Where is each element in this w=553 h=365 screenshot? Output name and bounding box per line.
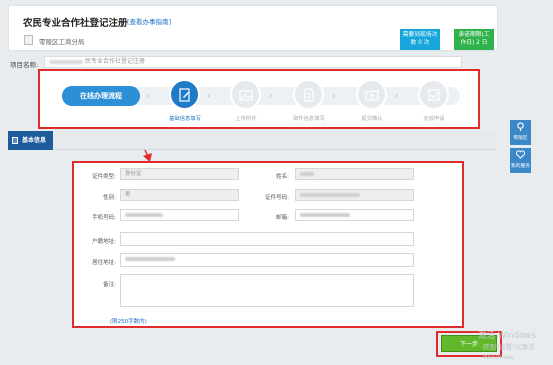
- service-side-button[interactable]: 我的服务: [510, 148, 531, 173]
- gender-field[interactable]: 男: [120, 189, 239, 201]
- location-pin-icon: [517, 122, 524, 131]
- step-pickup-info[interactable]: [293, 79, 324, 110]
- phone-field[interactable]: [120, 209, 239, 221]
- household-address-field[interactable]: [120, 232, 414, 246]
- image-upload-icon: [238, 89, 253, 101]
- tab-basic-info[interactable]: 基本信息: [8, 131, 53, 150]
- windows-watermark-title: 激活 Windows: [478, 331, 536, 341]
- folder-upload-icon: [364, 89, 379, 101]
- redacted-text: [300, 212, 350, 217]
- char-limit-note: (限250字数内): [110, 319, 147, 325]
- chevron-right-icon: ›: [146, 91, 150, 100]
- phone-label: 手机号码:: [92, 215, 116, 221]
- email-field[interactable]: [295, 209, 414, 221]
- id-number-label: 证件号码:: [265, 195, 289, 201]
- chevron-right-icon: ›: [207, 91, 211, 100]
- step-pickup-info-label: 取件信息填写: [293, 116, 325, 122]
- email-label: 邮箱:: [276, 215, 289, 221]
- id-type-label: 证件类型:: [92, 174, 116, 180]
- step-basic-info-label: 基础信息填写: [169, 116, 201, 122]
- guide-side-label: 零陵区: [513, 136, 528, 141]
- checkbox-icon: [427, 88, 440, 101]
- id-type-field[interactable]: 身份证: [120, 168, 239, 180]
- chevron-right-icon: ›: [269, 91, 273, 100]
- redacted-text: [300, 192, 360, 197]
- redacted-text: [125, 256, 175, 261]
- step-confirm[interactable]: [356, 79, 387, 110]
- redacted-text: [300, 171, 314, 176]
- step-upload-label: 上传附件: [235, 116, 257, 122]
- id-number-field[interactable]: [295, 189, 414, 201]
- step-basic-info[interactable]: [169, 79, 200, 110]
- edit-form-icon: [178, 87, 190, 102]
- id-type-value: 身份证: [125, 171, 142, 177]
- remark-label: 备注:: [103, 282, 116, 288]
- remark-textarea[interactable]: [120, 274, 414, 307]
- step-complete[interactable]: [418, 79, 449, 110]
- step-confirm-label: 提交确认: [361, 116, 383, 122]
- gender-label: 性别:: [103, 195, 116, 201]
- step-complete-label: 完成申请: [423, 116, 445, 122]
- form-icon: [12, 137, 18, 144]
- heart-icon: [515, 150, 526, 159]
- redacted-text: [125, 212, 163, 217]
- windows-watermark-subtitle: 转到"设置"以激活 Windows。: [483, 343, 535, 361]
- residence-address-field[interactable]: [120, 253, 414, 267]
- household-address-label: 户籍地址:: [92, 239, 116, 245]
- service-side-label: 我的服务: [510, 164, 531, 169]
- section-bar: [8, 131, 496, 150]
- steps-heading: 在线办理流程: [62, 86, 140, 106]
- tab-basic-info-label: 基本信息: [22, 137, 47, 144]
- step-upload[interactable]: [230, 79, 261, 110]
- document-icon: [303, 87, 314, 102]
- chevron-right-icon: ›: [395, 91, 399, 100]
- name-label: 姓名:: [276, 174, 289, 180]
- residence-address-label: 居住地址:: [92, 260, 116, 266]
- name-field[interactable]: [295, 168, 414, 180]
- page: 农民专业合作社登记注册 [查看办事指南] 零陵区工商分局 需要到现场次 数 0 …: [0, 0, 553, 365]
- gender-value: 男: [125, 192, 131, 198]
- chevron-right-icon: ›: [332, 91, 336, 100]
- guide-side-button[interactable]: 零陵区: [510, 120, 531, 145]
